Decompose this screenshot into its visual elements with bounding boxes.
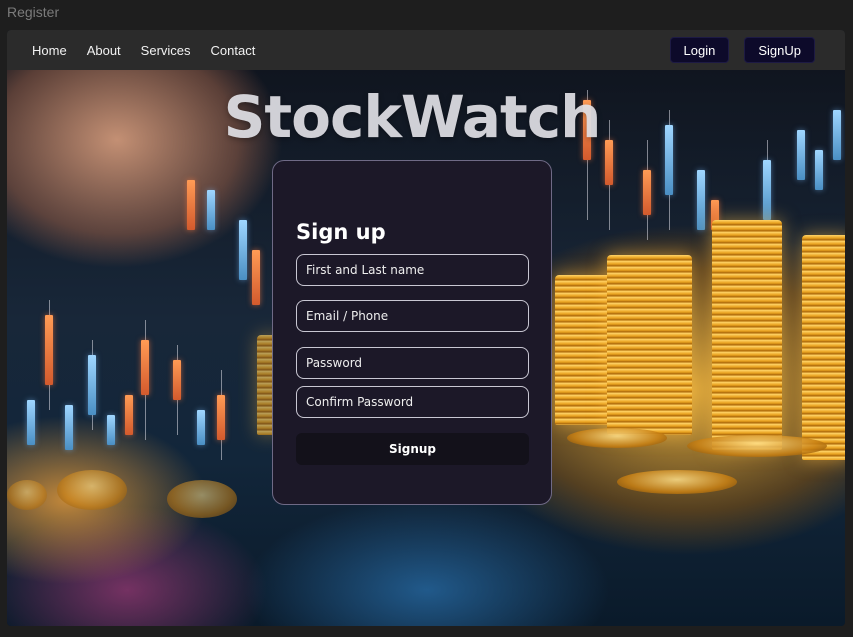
confirm-password-input[interactable] [296, 386, 529, 418]
nav-link-services[interactable]: Services [141, 43, 191, 58]
signup-submit-button[interactable]: Signup [296, 433, 529, 465]
nav-signup-button[interactable]: SignUp [744, 37, 815, 63]
signup-title: Sign up [296, 220, 386, 244]
email-phone-input[interactable] [296, 300, 529, 332]
app-frame: StockWatch Home About Services Contact L… [7, 30, 845, 626]
nav-actions: Login SignUp [669, 37, 815, 63]
password-input[interactable] [296, 347, 529, 379]
nav-link-contact[interactable]: Contact [211, 43, 256, 58]
nav-link-home[interactable]: Home [32, 43, 67, 58]
nav-links: Home About Services Contact [32, 43, 255, 58]
top-navbar: Home About Services Contact Login SignUp [7, 30, 845, 70]
login-button[interactable]: Login [669, 37, 730, 63]
signup-card: Sign up Signup [272, 160, 552, 505]
brand-title: StockWatch [223, 83, 602, 151]
full-name-input[interactable] [296, 254, 529, 286]
nav-link-about[interactable]: About [87, 43, 121, 58]
window-title: Register [7, 4, 60, 20]
